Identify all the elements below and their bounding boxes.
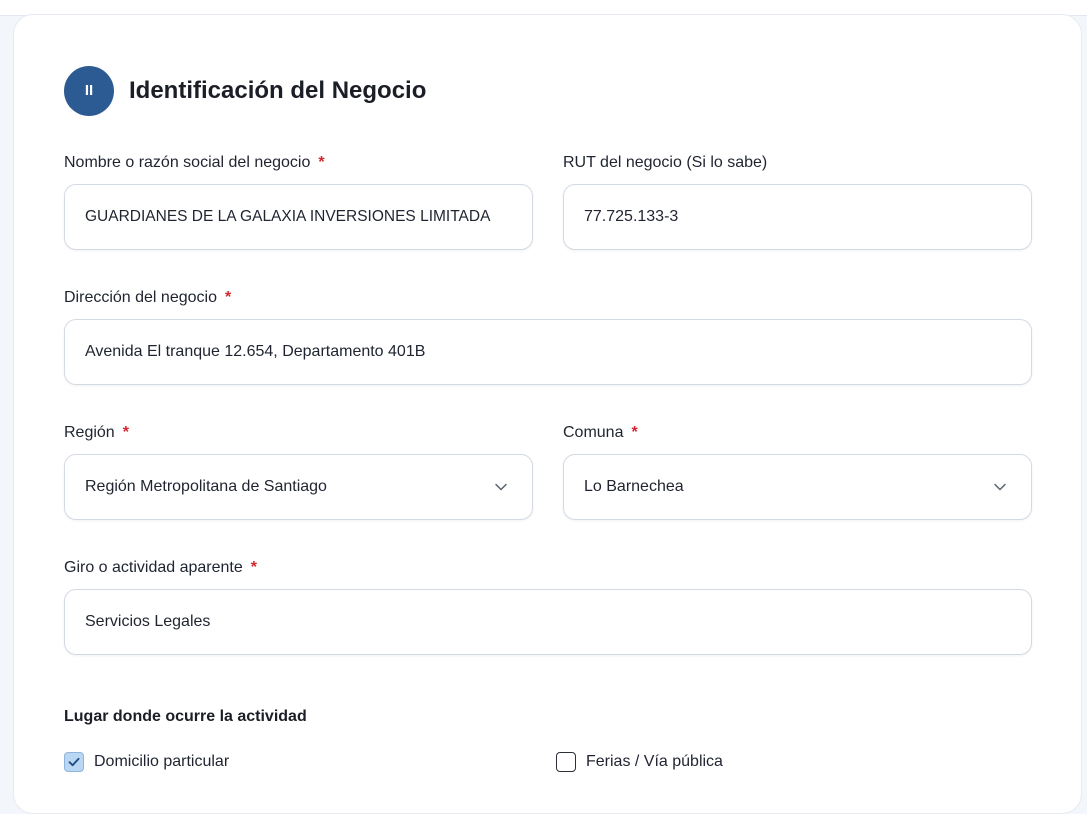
checkbox-label: Domicilio particular bbox=[94, 753, 230, 770]
rut-input[interactable]: 77.725.133-3 bbox=[563, 184, 1032, 250]
region-label: Región * bbox=[64, 424, 129, 441]
required-mark: * bbox=[122, 424, 129, 441]
section-header: II Identificación del Negocio bbox=[64, 65, 426, 116]
checkbox-label: Ferias / Vía pública bbox=[586, 753, 723, 770]
chevron-down-icon[interactable] bbox=[494, 480, 508, 494]
step-badge: II bbox=[64, 65, 114, 116]
comuna-select[interactable]: Lo Barnechea bbox=[563, 454, 1032, 520]
check-icon bbox=[68, 757, 80, 767]
section-title: Identificación del Negocio bbox=[129, 76, 427, 104]
comuna-label: Comuna * bbox=[563, 424, 638, 441]
required-mark: * bbox=[224, 289, 232, 306]
address-input[interactable]: Avenida El tranque 12.654, Departamento … bbox=[64, 319, 1032, 385]
required-mark: * bbox=[250, 559, 258, 576]
checkbox-ferias-via-publica[interactable]: Ferias / Vía pública bbox=[556, 752, 723, 772]
location-heading: Lugar donde ocurre la actividad bbox=[64, 708, 307, 725]
activity-label: Giro o actividad aparente * bbox=[64, 559, 258, 576]
chevron-down-icon[interactable] bbox=[993, 480, 1007, 494]
checkbox-domicilio-particular[interactable]: Domicilio particular bbox=[64, 752, 229, 772]
activity-input[interactable]: Servicios Legales bbox=[64, 589, 1032, 655]
business-name-input[interactable]: GUARDIANES DE LA GALAXIA INVERSIONES LIM… bbox=[64, 184, 533, 250]
required-mark: * bbox=[318, 154, 325, 171]
region-select[interactable]: Región Metropolitana de Santiago bbox=[64, 454, 533, 520]
form-card bbox=[13, 14, 1082, 814]
required-mark: * bbox=[631, 424, 638, 441]
address-label: Dirección del negocio * bbox=[64, 289, 232, 306]
checkbox-unchecked[interactable] bbox=[556, 752, 576, 772]
business-name-label: Nombre o razón social del negocio * bbox=[64, 154, 325, 171]
rut-label: RUT del negocio (Si lo sabe) bbox=[563, 154, 768, 171]
checkbox-checked[interactable] bbox=[64, 752, 84, 772]
